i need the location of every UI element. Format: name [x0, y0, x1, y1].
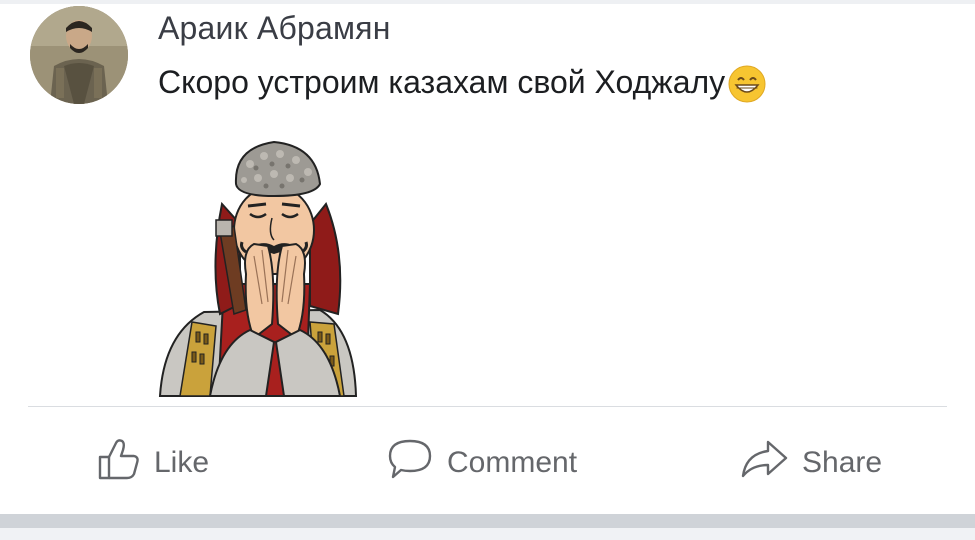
like-button[interactable]: Like	[96, 420, 209, 506]
like-label: Like	[154, 446, 210, 479]
share-button[interactable]: Share	[738, 420, 882, 506]
author-name[interactable]: Араик Абрамян	[158, 10, 391, 47]
grinning-face-emoji-icon	[727, 64, 767, 104]
thumbs-up-icon	[96, 436, 142, 490]
top-separator	[0, 0, 975, 4]
comment-button[interactable]: Comment	[385, 420, 577, 506]
man-in-papakha-sticker[interactable]	[150, 134, 365, 404]
post-bottom-separator	[0, 514, 975, 528]
speech-bubble-icon	[385, 436, 435, 490]
post-actions-bar: Like Comment Share	[0, 420, 975, 506]
author-avatar[interactable]	[30, 6, 128, 104]
actions-divider	[28, 406, 947, 407]
feed-background	[0, 528, 975, 540]
facebook-post: Араик Абрамян Скоро устроим казахам свой…	[0, 0, 975, 540]
post-text-content: Скоро устроим казахам свой Ходжалу	[158, 63, 726, 100]
post-text: Скоро устроим казахам свой Ходжалу	[158, 62, 767, 104]
share-arrow-icon	[738, 436, 790, 490]
share-label: Share	[802, 446, 883, 479]
comment-label: Comment	[447, 446, 578, 479]
